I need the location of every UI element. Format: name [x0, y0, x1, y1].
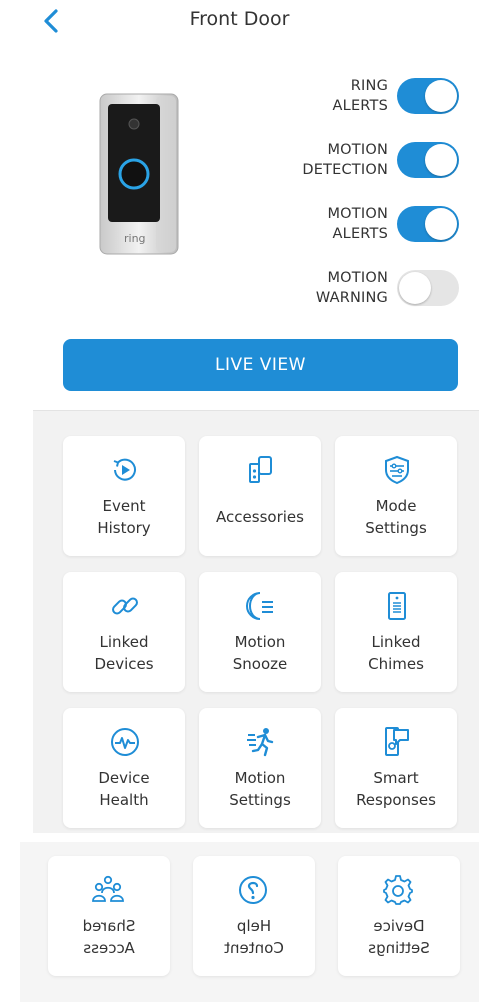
- tile-label: Accessories: [216, 508, 304, 526]
- tile-label: Event History: [97, 497, 151, 537]
- toggle-row-motion-warning: MOTION WARNING: [316, 265, 459, 311]
- linked-chimes-tile[interactable]: Linked Chimes: [335, 572, 457, 692]
- motion-alerts-switch[interactable]: [397, 206, 459, 242]
- device-health-tile[interactable]: Device Health: [63, 708, 185, 828]
- toggle-label: MOTION DETECTION: [302, 142, 388, 178]
- event-history-icon: [113, 458, 136, 481]
- device-settings-tile[interactable]: Device Settings: [338, 856, 460, 976]
- toggle-row-motion-alerts: MOTION ALERTS: [327, 201, 459, 247]
- live-view-button[interactable]: LIVE VIEW: [63, 339, 458, 391]
- help-content-tile[interactable]: Help Content: [193, 856, 315, 976]
- page-title: Front Door: [189, 8, 290, 30]
- mode-settings-tile[interactable]: Mode Settings: [335, 436, 457, 556]
- tile-label: Linked Devices: [94, 633, 154, 673]
- linked-devices-tile[interactable]: Linked Devices: [63, 572, 185, 692]
- link-icon: [112, 597, 138, 615]
- ring-logo-text: ring: [124, 232, 146, 245]
- smart-responses-tile[interactable]: Smart Responses: [335, 708, 457, 828]
- tile-label: Shared Access: [82, 917, 136, 957]
- running-person-icon: [247, 728, 274, 757]
- help-icon: [239, 876, 267, 904]
- accessories-tile[interactable]: Accessories: [199, 436, 321, 556]
- smart-responses-icon: [385, 727, 409, 756]
- toggle-row-motion-detection: MOTION DETECTION: [302, 137, 459, 183]
- shared-users-icon: [92, 875, 124, 902]
- motion-settings-tile[interactable]: Motion Settings: [199, 708, 321, 828]
- tile-label: Smart Responses: [356, 769, 436, 809]
- toggle-label: RING ALERTS: [332, 78, 388, 114]
- tile-label: Device Settings: [368, 917, 430, 957]
- motion-detection-switch[interactable]: [397, 142, 459, 178]
- motion-warning-switch[interactable]: [397, 270, 459, 306]
- toggle-row-ring-alerts: RING ALERTS: [333, 73, 459, 119]
- chime-icon: [388, 592, 406, 620]
- header-bar: Front Door: [0, 0, 479, 40]
- motion-snooze-tile[interactable]: Motion Snooze: [199, 572, 321, 692]
- doorbell-device-image: ring: [99, 93, 179, 255]
- event-history-tile[interactable]: Event History: [63, 436, 185, 556]
- heartbeat-icon: [111, 728, 139, 756]
- tile-label: Mode Settings: [365, 497, 427, 537]
- tile-label: Help Content: [224, 917, 284, 957]
- tile-label: Device Health: [98, 769, 150, 809]
- toggle-label: MOTION WARNING: [315, 270, 388, 306]
- tile-label: Motion Settings: [229, 769, 291, 809]
- accessories-icon: [249, 456, 272, 483]
- ring-alerts-switch[interactable]: [397, 78, 459, 114]
- moon-snooze-icon: [246, 592, 273, 620]
- tile-label: Motion Snooze: [232, 633, 288, 673]
- shared-access-tile[interactable]: Shared Access: [48, 856, 170, 976]
- tile-label: Linked Chimes: [368, 633, 424, 673]
- mode-settings-icon: [385, 455, 409, 485]
- gear-icon: [383, 875, 413, 905]
- toggle-label: MOTION ALERTS: [327, 206, 388, 242]
